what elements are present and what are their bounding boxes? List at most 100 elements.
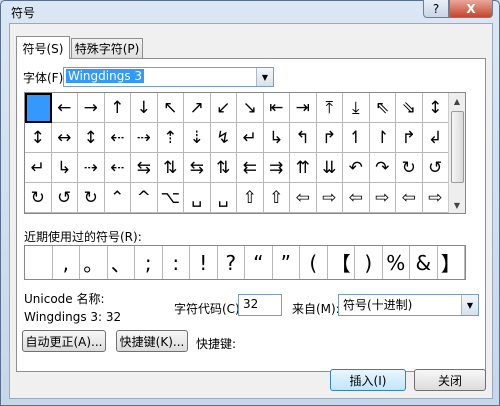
symbol-cell[interactable]: ↰ [290, 123, 317, 153]
symbol-cell[interactable]: ⇦ [290, 183, 317, 213]
symbol-cell[interactable]: ↻ [78, 183, 105, 213]
symbol-cell[interactable]: ⌃ [104, 183, 131, 213]
symbol-cell[interactable]: ← [51, 93, 78, 123]
symbol-cell[interactable]: ↕ [422, 93, 449, 123]
symbol-cell[interactable]: ⇣ [184, 123, 211, 153]
grid-scrollbar[interactable]: ▲ ▼ [448, 93, 465, 213]
symbol-cell[interactable]: ⇅ [157, 153, 184, 183]
symbol-cell[interactable]: ⇢ [131, 123, 158, 153]
symbol-cell[interactable]: ⇊ [316, 153, 343, 183]
symbol-cell[interactable]: ⤒ [316, 93, 343, 123]
symbol-cell[interactable] [25, 93, 52, 123]
insert-button[interactable]: 插入(I) [330, 369, 406, 391]
recent-symbol-cell[interactable]: ? [218, 246, 245, 279]
symbol-cell[interactable]: ↳ [263, 123, 290, 153]
recent-symbol-cell[interactable]: , [53, 246, 80, 279]
symbol-cell[interactable]: ↻ [396, 153, 423, 183]
recent-symbol-cell[interactable]: & [410, 246, 438, 279]
symbol-cell[interactable]: ⇠ [104, 153, 131, 183]
symbol-cell[interactable]: ⌥ [157, 183, 184, 213]
symbol-cell[interactable]: ⇘ [396, 93, 423, 123]
symbol-cell[interactable]: ↔ [51, 123, 78, 153]
symbol-cell[interactable]: ↓ [131, 93, 158, 123]
symbol-cell[interactable]: ↳ [51, 153, 78, 183]
symbol-cell[interactable]: ⤓ [343, 93, 370, 123]
autocorrect-button[interactable]: 自动更正(A)... [22, 330, 106, 352]
scroll-up-icon[interactable]: ▲ [449, 93, 465, 109]
from-select[interactable]: 符号(十进制) ▼ [338, 294, 479, 316]
symbol-cell[interactable]: ↕ [25, 123, 52, 153]
chevron-down-icon[interactable]: ▼ [256, 68, 273, 86]
symbol-cell[interactable]: ⇉ [263, 153, 290, 183]
char-code-input[interactable]: 32 [238, 294, 282, 316]
help-button[interactable]: ? [423, 0, 449, 18]
symbol-cell[interactable]: ␣ [184, 183, 211, 213]
close-button[interactable]: 关闭 [414, 369, 486, 391]
font-select[interactable]: Wingdings 3 ▼ [63, 67, 274, 87]
symbol-cell[interactable]: ↵ [25, 153, 52, 183]
tab-special-characters[interactable]: 特殊字符(P) [71, 38, 143, 58]
symbol-cell[interactable]: ↯ [210, 123, 237, 153]
recent-symbol-cell[interactable]: % [383, 246, 410, 279]
symbol-cell[interactable]: ↾ [369, 123, 396, 153]
chevron-down-icon[interactable]: ▼ [461, 295, 478, 315]
symbol-cell[interactable]: ⇆ [184, 153, 211, 183]
symbol-cell[interactable]: ⇥ [290, 93, 317, 123]
symbol-cell[interactable]: ⇨ [369, 183, 396, 213]
symbol-cell[interactable]: ↘ [237, 93, 264, 123]
symbol-cell[interactable]: ⇇ [237, 153, 264, 183]
symbol-cell[interactable]: ␣ [210, 183, 237, 213]
tab-special-label: 特殊字符(P) [74, 42, 140, 56]
close-icon: X [466, 1, 476, 16]
recent-symbol-cell[interactable]: ) [355, 246, 383, 279]
scroll-down-icon[interactable]: ▼ [449, 197, 465, 213]
recent-symbols: ,。、;:!? “”(【)% &】 [24, 245, 466, 280]
symbol-cell[interactable]: ⇆ [131, 153, 158, 183]
symbol-cell[interactable]: ⇧ [263, 183, 290, 213]
symbol-cell[interactable]: ↕ [78, 123, 105, 153]
symbol-cell[interactable]: ⇤ [263, 93, 290, 123]
symbol-cell[interactable]: ⇦ [343, 183, 370, 213]
recent-symbol-cell[interactable]: : [163, 246, 190, 279]
recent-symbol-cell[interactable]: 【 [328, 246, 355, 279]
recent-symbol-cell[interactable]: “ [245, 246, 273, 279]
recent-symbol-cell[interactable]: 】 [438, 246, 465, 279]
recent-symbol-cell[interactable] [25, 246, 53, 279]
symbol-cell[interactable]: ↿ [343, 123, 370, 153]
symbol-cell[interactable]: ⇈ [290, 153, 317, 183]
symbol-cell[interactable]: ↖ [157, 93, 184, 123]
symbol-cell[interactable]: ↻ [25, 183, 52, 213]
symbol-cell[interactable]: ↷ [369, 153, 396, 183]
symbol-cell[interactable]: ^ [131, 183, 158, 213]
symbol-cell[interactable]: ⇧ [237, 183, 264, 213]
symbol-cell[interactable]: ⇖ [369, 93, 396, 123]
window-close-button[interactable]: X [449, 0, 493, 18]
recent-symbol-cell[interactable]: ; [135, 246, 163, 279]
symbol-cell[interactable]: ↙ [210, 93, 237, 123]
symbol-cell[interactable]: ↱ [396, 123, 423, 153]
symbol-cell[interactable]: ↗ [184, 93, 211, 123]
symbol-cell[interactable]: ⇢ [78, 153, 105, 183]
symbol-cell[interactable]: ↑ [104, 93, 131, 123]
symbol-cell[interactable]: ↱ [316, 123, 343, 153]
symbol-cell[interactable]: ↵ [237, 123, 264, 153]
recent-symbol-cell[interactable]: ” [273, 246, 300, 279]
symbol-cell[interactable]: ⇡ [157, 123, 184, 153]
shortcut-key-button[interactable]: 快捷键(K)... [116, 330, 188, 352]
symbol-cell[interactable]: → [78, 93, 105, 123]
symbol-cell[interactable]: ⇦ [396, 183, 423, 213]
tab-symbols[interactable]: 符号(S) [16, 36, 70, 59]
symbol-cell[interactable]: ⇨ [316, 183, 343, 213]
recent-symbol-cell[interactable]: 。 [80, 246, 108, 279]
symbol-cell[interactable]: ↲ [422, 123, 449, 153]
symbol-cell[interactable]: ↺ [422, 153, 449, 183]
recent-symbol-cell[interactable]: ! [190, 246, 218, 279]
symbol-cell[interactable]: ⇠ [104, 123, 131, 153]
symbol-cell[interactable]: ⇨ [422, 183, 449, 213]
symbol-cell[interactable]: ⇅ [210, 153, 237, 183]
scroll-thumb[interactable] [451, 111, 464, 183]
symbol-cell[interactable]: ↺ [51, 183, 78, 213]
recent-symbol-cell[interactable]: 、 [108, 246, 135, 279]
symbol-cell[interactable]: ↶ [343, 153, 370, 183]
recent-symbol-cell[interactable]: ( [300, 246, 328, 279]
